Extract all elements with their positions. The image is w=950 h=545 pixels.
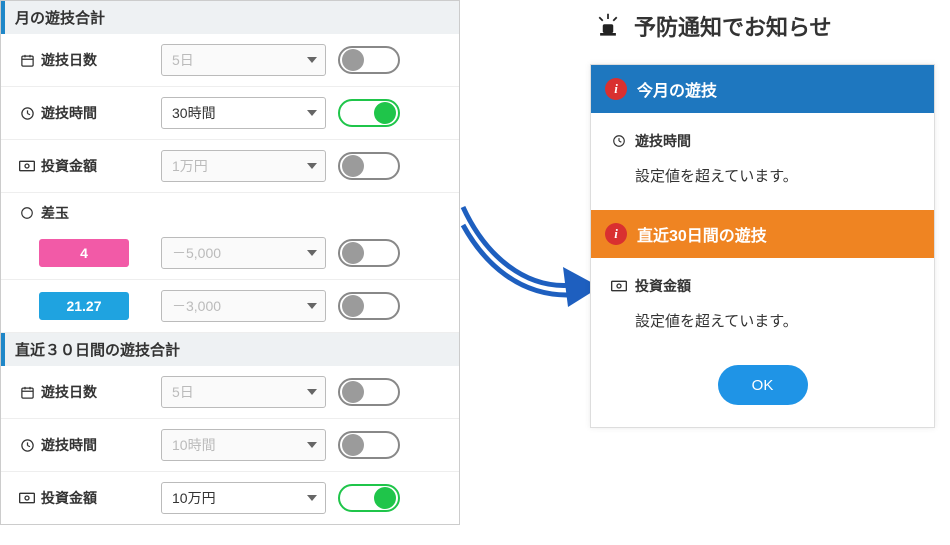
money-icon	[611, 278, 627, 294]
chevron-down-icon	[307, 495, 317, 501]
banner-recent30: i 直近30日間の遊技	[591, 210, 934, 258]
select-value: 5日	[172, 50, 194, 70]
label-text: 遊技日数	[41, 382, 97, 402]
banner-text: 今月の遊技	[637, 77, 717, 101]
siren-icon	[594, 12, 622, 40]
select-value: －5,000	[172, 243, 221, 263]
select-play-time[interactable]: 30時間	[161, 97, 326, 129]
row-balls: 差玉	[1, 193, 459, 227]
notice2-msg: 設定値を超えています。	[611, 310, 914, 331]
notice-block-2: 投資金額 設定値を超えています。	[591, 258, 934, 355]
label-invest: 投資金額	[19, 488, 149, 508]
select-chip1[interactable]: －5,000	[161, 237, 326, 269]
chevron-down-icon	[307, 110, 317, 116]
ok-button-wrap: OK	[591, 355, 934, 427]
label-text: 遊技日数	[41, 50, 97, 70]
preview-title-text: 予防通知でお知らせ	[634, 10, 832, 42]
label-play-days: 遊技日数	[19, 50, 149, 70]
toggle-invest[interactable]	[338, 152, 400, 180]
label-play-time: 遊技時間	[19, 103, 149, 123]
toggle-play-days[interactable]	[338, 46, 400, 74]
settings-panel: 月の遊技合計 遊技日数 5日 遊技時間	[0, 0, 460, 525]
select-invest[interactable]: 1万円	[161, 150, 326, 182]
notice-block-1: 遊技時間 設定値を超えています。	[591, 113, 934, 210]
preview-title: 予防通知でお知らせ	[590, 10, 935, 42]
clock-icon	[19, 105, 35, 121]
info-icon: i	[605, 223, 627, 245]
notice2-label-text: 投資金額	[635, 276, 691, 296]
chevron-down-icon	[307, 250, 317, 256]
row-play-days: 遊技日数 5日	[1, 34, 459, 87]
calendar-icon	[19, 384, 35, 400]
select-value: －3,000	[172, 296, 221, 316]
chip-cell: 4	[19, 239, 149, 267]
chip-pink: 4	[39, 239, 129, 267]
circle-icon	[19, 205, 35, 221]
row-chip1: 4 －5,000	[1, 227, 459, 280]
label-invest: 投資金額	[19, 156, 149, 176]
row-invest: 投資金額 1万円	[1, 140, 459, 193]
info-icon: i	[605, 78, 627, 100]
notice2-label: 投資金額	[611, 276, 914, 296]
label-play-time: 遊技時間	[19, 435, 149, 455]
chevron-down-icon	[307, 442, 317, 448]
calendar-icon	[19, 52, 35, 68]
toggle-chip1[interactable]	[338, 239, 400, 267]
select2-play-days[interactable]: 5日	[161, 376, 326, 408]
label-text: 投資金額	[41, 488, 97, 508]
label-balls: 差玉	[19, 203, 149, 223]
row-play-time: 遊技時間 30時間	[1, 87, 459, 140]
row2-invest: 投資金額 10万円	[1, 472, 459, 524]
money-icon	[19, 490, 35, 506]
notification-card: i 今月の遊技 遊技時間 設定値を超えています。 i 直近30日間の遊技 投資金…	[590, 64, 935, 428]
row-chip2: 21.27 －3,000	[1, 280, 459, 333]
row2-play-time: 遊技時間 10時間	[1, 419, 459, 472]
section-header-monthly: 月の遊技合計	[1, 1, 459, 34]
select-value: 10時間	[172, 435, 216, 455]
chip-cell: 21.27	[19, 292, 149, 320]
banner-month: i 今月の遊技	[591, 65, 934, 113]
select-value: 30時間	[172, 103, 216, 123]
label-text: 遊技時間	[41, 435, 97, 455]
select-value: 1万円	[172, 156, 208, 176]
chevron-down-icon	[307, 303, 317, 309]
chevron-down-icon	[307, 163, 317, 169]
row2-play-days: 遊技日数 5日	[1, 366, 459, 419]
label-text: 差玉	[41, 203, 69, 223]
notice1-msg: 設定値を超えています。	[611, 165, 914, 186]
chevron-down-icon	[307, 57, 317, 63]
notification-preview: 予防通知でお知らせ i 今月の遊技 遊技時間 設定値を超えています。 i 直近3…	[590, 10, 935, 428]
toggle-chip2[interactable]	[338, 292, 400, 320]
toggle-play-time[interactable]	[338, 99, 400, 127]
toggle2-play-days[interactable]	[338, 378, 400, 406]
select-value: 10万円	[172, 488, 216, 508]
clock-icon	[611, 133, 627, 149]
banner-text: 直近30日間の遊技	[637, 222, 767, 246]
toggle2-invest[interactable]	[338, 484, 400, 512]
label-text: 投資金額	[41, 156, 97, 176]
select2-play-time[interactable]: 10時間	[161, 429, 326, 461]
notice1-label: 遊技時間	[611, 131, 914, 151]
label-play-days: 遊技日数	[19, 382, 149, 402]
chevron-down-icon	[307, 389, 317, 395]
clock-icon	[19, 437, 35, 453]
notice1-label-text: 遊技時間	[635, 131, 691, 151]
select2-invest[interactable]: 10万円	[161, 482, 326, 514]
select-chip2[interactable]: －3,000	[161, 290, 326, 322]
select-play-days[interactable]: 5日	[161, 44, 326, 76]
select-value: 5日	[172, 382, 194, 402]
toggle2-play-time[interactable]	[338, 431, 400, 459]
label-text: 遊技時間	[41, 103, 97, 123]
section-header-recent30: 直近３０日間の遊技合計	[1, 333, 459, 366]
ok-button[interactable]: OK	[718, 365, 808, 405]
money-icon	[19, 158, 35, 174]
chip-blue: 21.27	[39, 292, 129, 320]
